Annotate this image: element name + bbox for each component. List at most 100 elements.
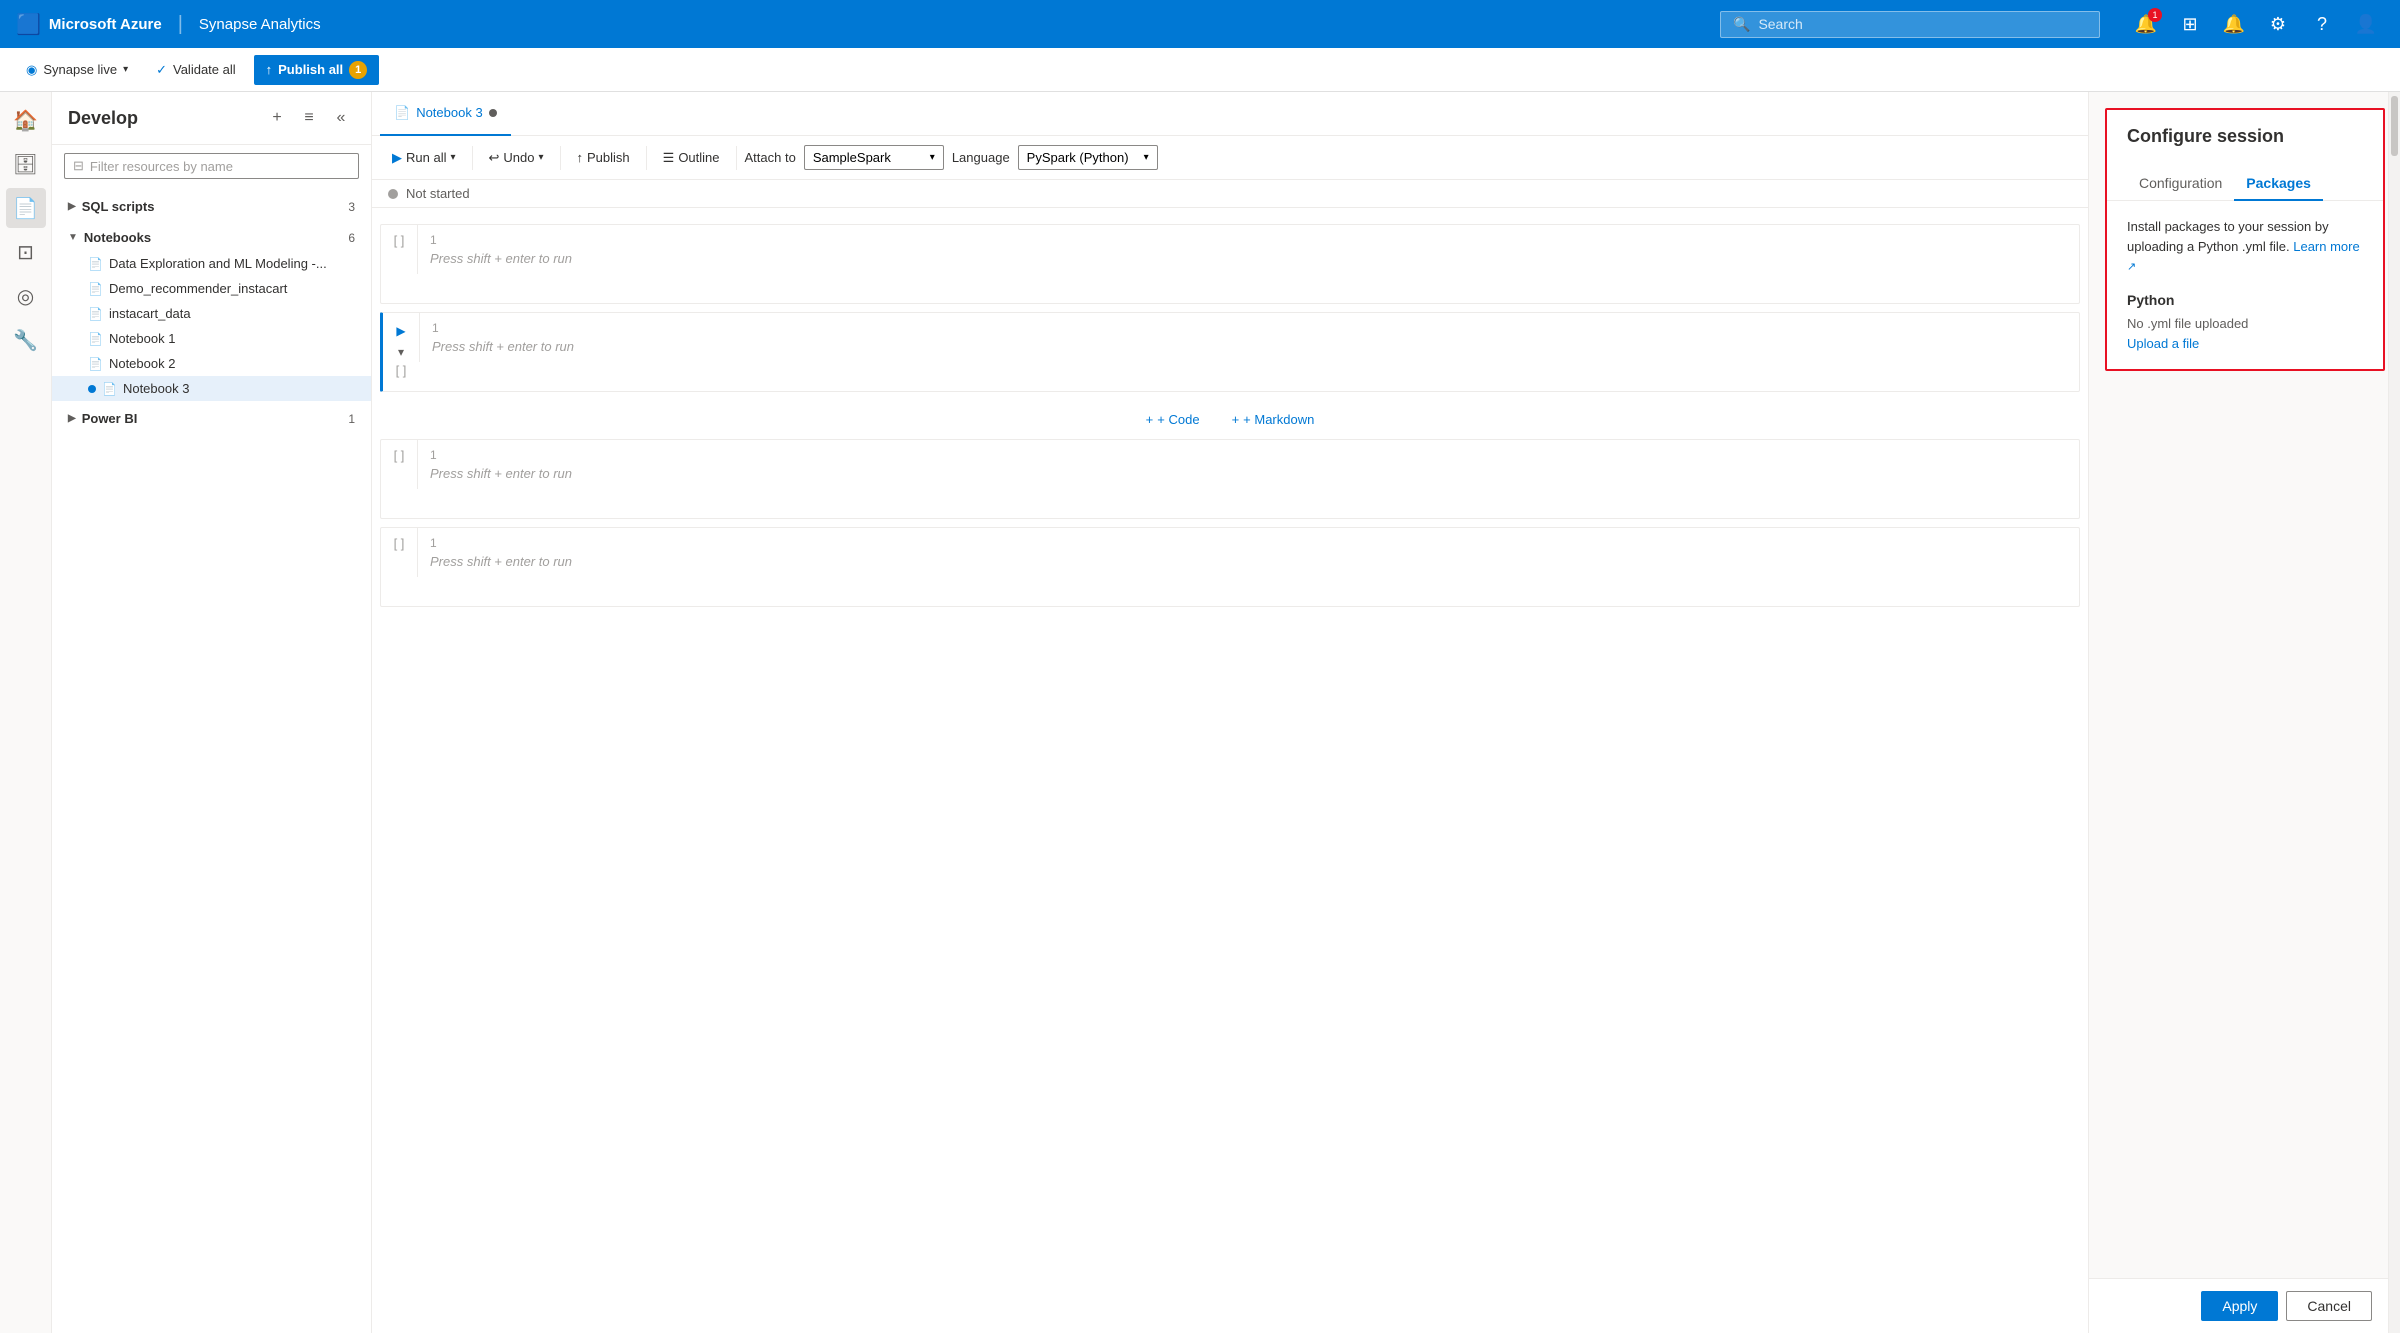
monitor-button[interactable]: ◎ <box>6 276 46 316</box>
global-search[interactable]: 🔍 <box>1720 11 2100 38</box>
tab-configuration[interactable]: Configuration <box>2127 167 2234 201</box>
notebook-item-notebook3[interactable]: 📄 Notebook 3 <box>52 376 371 401</box>
collapse-button[interactable]: ≡ <box>295 104 323 132</box>
notebook-item-label: instacart_data <box>109 306 191 321</box>
notebook-icon: 📄 <box>88 357 103 371</box>
notebook-item-data-exploration[interactable]: 📄 Data Exploration and ML Modeling -... <box>52 251 371 276</box>
alerts-button[interactable]: 🔔 <box>2216 6 2252 42</box>
publish-all-button[interactable]: ↑ Publish all 1 <box>254 55 380 85</box>
brand-logo: 🟦 Microsoft Azure <box>16 12 162 37</box>
notebooks-header[interactable]: ▼ Notebooks 6 <box>52 224 371 251</box>
notebook-item-demo-recommender[interactable]: 📄 Demo_recommender_instacart <box>52 276 371 301</box>
resource-filter-input[interactable] <box>90 159 350 174</box>
add-resource-button[interactable]: + <box>263 104 291 132</box>
add-code-button[interactable]: + + Code <box>1138 408 1208 431</box>
unsaved-dot <box>489 109 497 117</box>
undo-icon: ↩ <box>489 150 500 166</box>
settings-button[interactable]: ⚙ <box>2260 6 2296 42</box>
notebook-icon: 📄 <box>102 382 117 396</box>
cancel-button[interactable]: Cancel <box>2286 1291 2372 1321</box>
integrate-button[interactable]: ⊡ <box>6 232 46 272</box>
config-tabs: Configuration Packages <box>2107 167 2383 201</box>
right-panel-footer: Apply Cancel <box>2089 1278 2388 1333</box>
run-cell-button[interactable]: ▶ <box>391 321 411 341</box>
sql-scripts-header[interactable]: ▶ SQL scripts 3 <box>52 193 371 220</box>
brand-name: Microsoft Azure <box>49 16 162 33</box>
develop-title: Develop <box>68 108 138 129</box>
close-panel-button[interactable]: « <box>327 104 355 132</box>
attach-to-dropdown[interactable]: SampleSpark ▾ <box>804 145 944 170</box>
validate-all-item[interactable]: ✓ Validate all <box>146 56 246 84</box>
modified-dot <box>88 385 96 393</box>
outline-button[interactable]: ☰ Outline <box>655 145 728 171</box>
chevron-down-icon: ▼ <box>68 232 78 243</box>
brand-divider: | <box>178 13 183 36</box>
notebook-item-label: Notebook 1 <box>109 331 176 346</box>
cell-4-content[interactable]: 1 Press shift + enter to run <box>417 528 2079 577</box>
cell-bracket: [ ] <box>396 363 407 378</box>
notebook-icon: 📄 <box>88 307 103 321</box>
config-body: Install packages to your session by uplo… <box>2107 201 2383 369</box>
search-input[interactable] <box>1758 16 2087 32</box>
publish-button[interactable]: ↑ Publish <box>569 145 638 170</box>
chevron-down-icon[interactable]: ▾ <box>398 345 404 359</box>
synapse-live-label: Synapse live <box>43 62 117 77</box>
manage-button[interactable]: 🔧 <box>6 320 46 360</box>
cell-1-actions: [ ] <box>381 225 417 256</box>
notebook-item-notebook1[interactable]: 📄 Notebook 1 <box>52 326 371 351</box>
notebooks-count: 6 <box>348 231 355 245</box>
publish-icon: ↑ <box>266 62 273 77</box>
notebook-icon: 📄 <box>88 282 103 296</box>
resource-search-box[interactable]: ⊟ <box>64 153 359 179</box>
powerbi-label: Power BI <box>82 411 138 426</box>
apply-label: Apply <box>2222 1298 2257 1314</box>
develop-button[interactable]: 📄 <box>6 188 46 228</box>
python-section-title: Python <box>2127 292 2363 308</box>
add-markdown-button[interactable]: + + Markdown <box>1224 408 1323 431</box>
attach-value: SampleSpark <box>813 150 891 165</box>
help-button[interactable]: ? <box>2304 6 2340 42</box>
plus-icon: + <box>1232 412 1240 427</box>
data-button[interactable]: 🗄 <box>6 144 46 184</box>
notebook-item-label: Demo_recommender_instacart <box>109 281 287 296</box>
cell-2-content[interactable]: 1 Press shift + enter to run <box>419 313 2079 362</box>
notebook-item-instacart-data[interactable]: 📄 instacart_data <box>52 301 371 326</box>
scrollbar[interactable] <box>2388 92 2400 1333</box>
notebook3-tab[interactable]: 📄 Notebook 3 <box>380 92 511 136</box>
language-dropdown[interactable]: PySpark (Python) ▾ <box>1018 145 1158 170</box>
powerbi-header[interactable]: ▶ Power BI 1 <box>52 405 371 432</box>
language-label: Language <box>952 150 1010 165</box>
apply-button[interactable]: Apply <box>2201 1291 2278 1321</box>
synapse-live-item[interactable]: ◉ Synapse live ▾ <box>16 56 138 84</box>
cell-4-actions: [ ] <box>381 528 417 559</box>
filter-icon: ⊟ <box>73 158 84 174</box>
apps-button[interactable]: ⊞ <box>2172 6 2208 42</box>
status-indicator <box>388 189 398 199</box>
secondbar: ◉ Synapse live ▾ ✓ Validate all ↑ Publis… <box>0 48 2400 92</box>
validate-icon: ✓ <box>156 62 167 78</box>
develop-panel: Develop + ≡ « ⊟ ▶ SQL scripts 3 <box>52 92 372 1333</box>
plus-icon: + <box>1146 412 1154 427</box>
upload-file-link[interactable]: Upload a file <box>2127 336 2199 351</box>
chevron-right-icon: ▶ <box>68 201 76 212</box>
synapse-icon: ◉ <box>26 62 37 78</box>
tree-group-powerbi: ▶ Power BI 1 <box>52 403 371 434</box>
tab-packages[interactable]: Packages <box>2234 167 2323 201</box>
cell-1-content[interactable]: 1 Press shift + enter to run <box>417 225 2079 274</box>
config-panel-header: Configure session <box>2107 110 2383 167</box>
status-bar: Not started <box>372 180 2088 208</box>
notifications-button[interactable]: 🔔 1 <box>2128 6 2164 42</box>
run-all-button[interactable]: ▶ Run all ▾ <box>384 145 464 171</box>
cell-3-content[interactable]: 1 Press shift + enter to run <box>417 440 2079 489</box>
cell-line-number: 1 <box>430 448 2067 462</box>
search-icon: 🔍 <box>1733 16 1750 33</box>
notebook-tab-bar: 📄 Notebook 3 <box>372 92 2088 136</box>
undo-button[interactable]: ↩ Undo ▾ <box>481 145 552 171</box>
profile-button[interactable]: 👤 <box>2348 6 2384 42</box>
home-button[interactable]: 🏠 <box>6 100 46 140</box>
cell-3-actions: [ ] <box>381 440 417 471</box>
run-icon: ▶ <box>392 150 402 166</box>
notebook-item-notebook2[interactable]: 📄 Notebook 2 <box>52 351 371 376</box>
right-panel-content: Configure session Configuration Packages… <box>2089 92 2388 1278</box>
scrollbar-thumb[interactable] <box>2391 96 2398 156</box>
